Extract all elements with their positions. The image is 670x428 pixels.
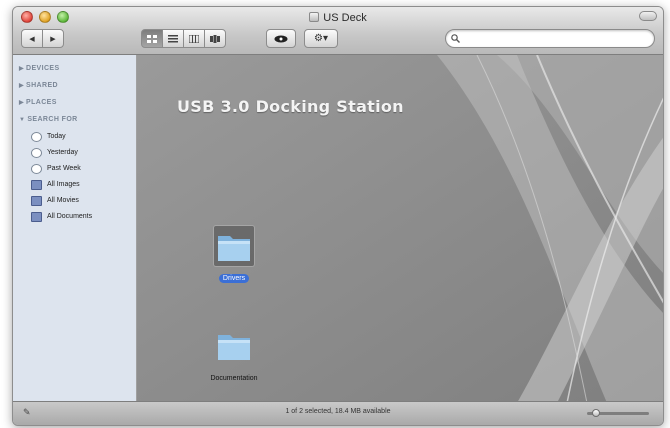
sidebar-section-label: PLACES: [26, 99, 57, 106]
volume-banner-title: USB 3.0 Docking Station: [177, 97, 404, 116]
sidebar-item-label: All Documents: [47, 213, 93, 220]
status-text: 1 of 2 selected, 18.4 MB available: [285, 408, 391, 415]
disk-icon: [309, 12, 320, 22]
sidebar-item-all-documents[interactable]: All Documents: [13, 209, 136, 225]
sidebar-item-label: Yesterday: [47, 149, 78, 156]
forward-button[interactable]: ▶: [42, 29, 64, 48]
sidebar-section-label: SEARCH FOR: [27, 116, 78, 123]
window-title-text: US Deck: [323, 12, 367, 24]
disclosure-triangle-icon: ▼: [19, 117, 26, 123]
view-mode-buttons: [141, 29, 226, 48]
sidebar-item-all-images[interactable]: All Images: [13, 177, 136, 193]
smart-folder-icon: [31, 180, 42, 190]
finder-window: US Deck ◀ ▶ ⚙▾ ▶ DEVICES ▶ SHARED ▶ PLAC…: [12, 6, 664, 426]
folder-icon: [213, 325, 255, 367]
icon-size-slider[interactable]: [587, 409, 649, 417]
smart-folder-icon: [31, 212, 42, 222]
sidebar-section-search-for[interactable]: ▼ SEARCH FOR: [13, 112, 136, 129]
icon-view-icon: [147, 34, 157, 43]
sidebar: ▶ DEVICES ▶ SHARED ▶ PLACES ▼ SEARCH FOR Tod…: [13, 55, 137, 403]
window-title: US Deck: [13, 11, 663, 25]
folder-item-documentation[interactable]: Documentation: [189, 325, 279, 385]
clock-icon: [31, 164, 42, 174]
column-view-icon: [189, 34, 199, 43]
icon-view-button[interactable]: [141, 29, 163, 48]
sidebar-section-devices[interactable]: ▶ DEVICES: [13, 61, 136, 78]
sidebar-item-label: All Images: [47, 181, 80, 188]
column-view-button[interactable]: [183, 29, 205, 48]
folder-label: Drivers: [218, 274, 250, 283]
sidebar-section-shared[interactable]: ▶ SHARED: [13, 78, 136, 95]
sidebar-section-places[interactable]: ▶ PLACES: [13, 95, 136, 112]
gear-icon: ⚙▾: [314, 33, 328, 44]
back-arrow-icon: ◀: [29, 35, 35, 43]
cover-flow-icon: [210, 34, 220, 43]
disclosure-triangle-icon: ▶: [19, 83, 25, 89]
folder-icon: [213, 225, 255, 267]
quick-look-button[interactable]: [266, 29, 296, 48]
forward-arrow-icon: ▶: [50, 35, 56, 43]
list-view-icon: [168, 34, 178, 42]
sidebar-item-label: Past Week: [47, 165, 81, 172]
clock-icon: [31, 132, 42, 142]
smart-folder-icon: [31, 196, 42, 206]
sidebar-section-label: DEVICES: [26, 65, 60, 72]
cover-flow-button[interactable]: [204, 29, 226, 48]
nav-buttons: ◀ ▶: [21, 29, 64, 48]
back-button[interactable]: ◀: [21, 29, 43, 48]
folder-item-drivers[interactable]: Drivers: [189, 225, 279, 285]
search-icon: [451, 30, 460, 49]
file-browser-content[interactable]: USB 3.0 Docking Station Drivers Document…: [137, 55, 663, 403]
sidebar-item-label: All Movies: [47, 197, 79, 204]
sidebar-section-label: SHARED: [26, 82, 58, 89]
clock-icon: [31, 148, 42, 158]
search-field[interactable]: [445, 29, 655, 48]
toolbar-toggle-button[interactable]: [639, 11, 657, 21]
slider-knob[interactable]: [592, 409, 601, 417]
disclosure-triangle-icon: ▶: [19, 66, 25, 72]
sidebar-item-label: Today: [47, 133, 66, 140]
sidebar-item-all-movies[interactable]: All Movies: [13, 193, 136, 209]
list-view-button[interactable]: [162, 29, 184, 48]
folder-label: Documentation: [210, 375, 258, 382]
action-menu-button[interactable]: ⚙▾: [304, 29, 338, 48]
sidebar-item-today[interactable]: Today: [13, 129, 136, 145]
sidebar-item-past-week[interactable]: Past Week: [13, 161, 136, 177]
disclosure-triangle-icon: ▶: [19, 100, 25, 106]
title-bar: US Deck ◀ ▶ ⚙▾: [13, 7, 663, 55]
status-bar: ✎ 1 of 2 selected, 18.4 MB available: [13, 401, 663, 425]
eye-icon: [274, 35, 288, 42]
sidebar-item-yesterday[interactable]: Yesterday: [13, 145, 136, 161]
